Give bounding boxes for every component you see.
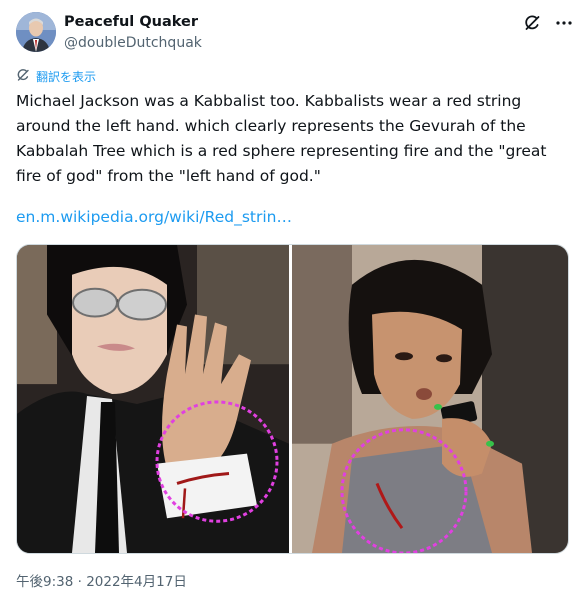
photo-left[interactable] (17, 245, 289, 553)
translate-icon (16, 68, 30, 85)
more-icon[interactable] (555, 14, 573, 32)
avatar[interactable] (16, 12, 56, 52)
tweet-header: Peaceful Quaker @doubleDutchquak (16, 10, 573, 54)
tweet-media[interactable] (16, 244, 569, 554)
photo-right[interactable] (292, 245, 568, 553)
tweet-link[interactable]: en.m.wikipedia.org/wiki/Red_strin… (16, 208, 292, 226)
translate-button[interactable]: 翻訳を表示 (16, 68, 96, 85)
author-handle[interactable]: @doubleDutchquak (64, 35, 202, 51)
author-name[interactable]: Peaceful Quaker (64, 14, 198, 30)
tweet-timestamp[interactable]: 午後9:38 · 2022年4月17日 (16, 570, 187, 590)
tweet-text: Michael Jackson was a Kabbalist too. Kab… (16, 92, 547, 185)
grok-icon[interactable] (523, 14, 541, 32)
translate-label: 翻訳を表示 (36, 70, 97, 84)
